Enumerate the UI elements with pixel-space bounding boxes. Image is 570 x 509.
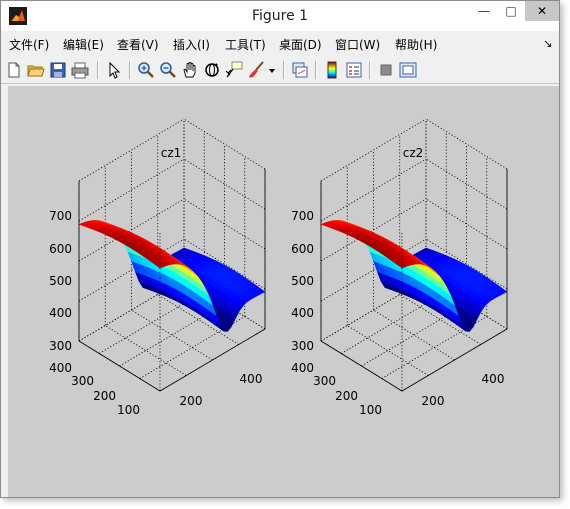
z-tick-label: 400	[291, 306, 314, 320]
toolbar-separator	[315, 61, 316, 79]
figure-window: Figure 1 — □ ✕ 文件(F) 编辑(E) 查看(V) 插入(I) 工…	[0, 0, 560, 498]
maximize-button[interactable]: □	[498, 1, 524, 21]
y-tick-label: 400	[49, 361, 72, 375]
hide-plot-tools-icon[interactable]	[377, 61, 395, 79]
show-plot-tools-icon[interactable]	[399, 61, 417, 79]
print-icon[interactable]	[71, 61, 89, 79]
save-icon[interactable]	[49, 61, 67, 79]
x-tick-label: 400	[240, 372, 263, 386]
axes-cz1[interactable]: cz1 700 600 500 400 300 400 300 200 100 …	[49, 118, 266, 417]
insert-legend-icon[interactable]	[345, 61, 363, 79]
y-tick-label: 300	[313, 374, 336, 388]
zoom-in-icon[interactable]	[137, 61, 155, 79]
surface-plots[interactable]: cz1 700 600 500 400 300 400 300 200 100 …	[8, 86, 559, 497]
toolbar	[1, 57, 559, 84]
x-tick-label: 200	[180, 394, 203, 408]
y-tick-label: 100	[117, 403, 140, 417]
plot-title: cz2	[403, 146, 424, 160]
new-figure-icon[interactable]	[5, 61, 23, 79]
z-tick-label: 500	[291, 274, 314, 288]
z-tick-label: 500	[49, 274, 72, 288]
menu-help[interactable]: 帮助(H)	[395, 36, 437, 53]
y-tick-label: 300	[71, 374, 94, 388]
link-plot-icon[interactable]	[291, 61, 309, 79]
menu-tools[interactable]: 工具(T)	[225, 36, 266, 53]
z-tick-label: 400	[49, 306, 72, 320]
grid-line	[347, 325, 429, 376]
menu-bar: 文件(F) 编辑(E) 查看(V) 插入(I) 工具(T) 桌面(D) 窗口(W…	[1, 32, 559, 56]
grid-line	[105, 325, 187, 376]
y-tick-label: 400	[291, 361, 314, 375]
close-button[interactable]: ✕	[525, 1, 559, 21]
insert-colorbar-icon[interactable]	[323, 61, 341, 79]
toolbar-separator	[129, 61, 130, 79]
surface-mesh	[320, 220, 508, 332]
menu-window[interactable]: 窗口(W)	[335, 36, 380, 53]
pan-hand-icon[interactable]	[181, 61, 199, 79]
menu-file[interactable]: 文件(F)	[9, 36, 49, 53]
menu-insert[interactable]: 插入(I)	[173, 36, 210, 53]
toolbar-separator	[369, 61, 370, 79]
figure-canvas[interactable]: cz1 700 600 500 400 300 400 300 200 100 …	[8, 86, 559, 497]
data-cursor-icon[interactable]	[225, 61, 243, 79]
z-tick-label: 600	[291, 242, 314, 256]
title-bar: Figure 1 — □ ✕	[1, 1, 559, 31]
x-tick-label: 400	[482, 372, 505, 386]
rotate-3d-icon[interactable]	[203, 61, 221, 79]
zoom-out-icon[interactable]	[159, 61, 177, 79]
z-tick-label: 300	[291, 339, 314, 353]
plot-title: cz1	[161, 146, 182, 160]
y-tick-label: 100	[359, 403, 382, 417]
y-tick-label: 200	[335, 389, 358, 403]
menu-overflow-icon[interactable]: ↘	[543, 37, 552, 50]
brush-icon[interactable]	[247, 61, 265, 79]
axes-cz2[interactable]: cz2 700 600 500 400 300 400 300 200 100 …	[291, 118, 508, 417]
toolbar-separator	[283, 61, 284, 79]
edit-plot-arrow-icon[interactable]	[105, 61, 123, 79]
z-tick-label: 300	[49, 339, 72, 353]
menu-view[interactable]: 查看(V)	[117, 36, 159, 53]
z-tick-label: 700	[49, 209, 72, 223]
brush-dropdown-icon[interactable]	[267, 61, 277, 79]
x-tick-label: 200	[422, 394, 445, 408]
minimize-button[interactable]: —	[471, 1, 497, 21]
z-tick-label: 600	[49, 242, 72, 256]
menu-desktop[interactable]: 桌面(D)	[279, 36, 322, 53]
surface-mesh	[78, 220, 266, 332]
menu-edit[interactable]: 编辑(E)	[63, 36, 104, 53]
toolbar-separator	[97, 61, 98, 79]
open-file-icon[interactable]	[27, 61, 45, 79]
y-tick-label: 200	[93, 389, 116, 403]
z-tick-label: 700	[291, 209, 314, 223]
